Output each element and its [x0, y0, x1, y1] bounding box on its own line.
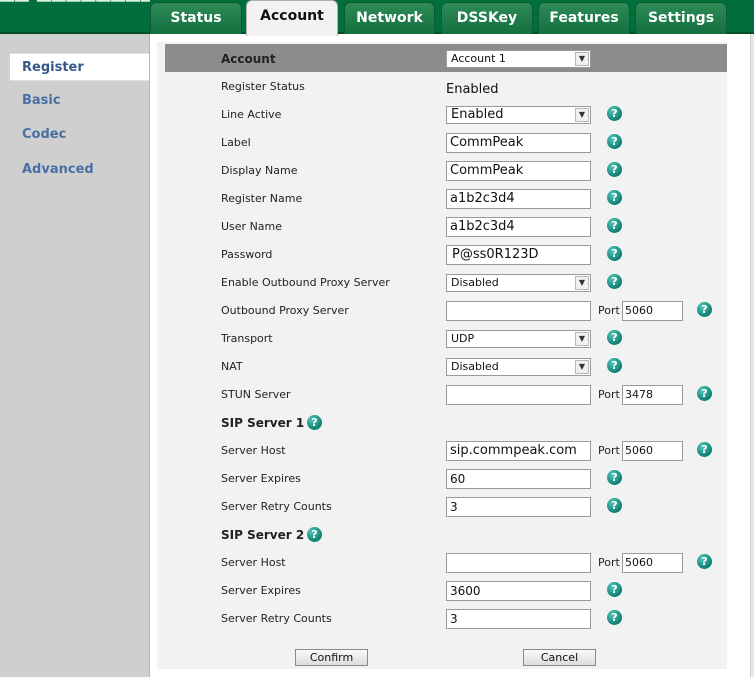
- sidebar-item-basic[interactable]: Basic: [0, 87, 149, 115]
- display-name-input[interactable]: CommPeak: [446, 161, 591, 181]
- outbound-proxy-server-label: Outbound Proxy Server: [221, 304, 349, 317]
- help-question-icon[interactable]: ?: [607, 498, 622, 513]
- dropdown-arrow-icon: ▼: [575, 360, 589, 374]
- dropdown-arrow-icon: ▼: [575, 108, 589, 122]
- line-active-select[interactable]: Enabled ▼: [446, 106, 591, 124]
- account-select[interactable]: Account 1 ▼: [446, 50, 591, 68]
- tab-status[interactable]: Status: [150, 2, 242, 34]
- help-question-icon[interactable]: ?: [307, 527, 322, 542]
- sidebar: Register Basic Codec Advanced: [0, 34, 150, 677]
- sip2-server-host-input[interactable]: [446, 553, 591, 573]
- stun-server-label: STUN Server: [221, 388, 291, 401]
- sip2-server-retry-label: Server Retry Counts: [221, 612, 332, 625]
- outbound-proxy-port-input[interactable]: 5060: [622, 301, 683, 321]
- help-question-icon[interactable]: ?: [697, 386, 712, 401]
- help-question-icon[interactable]: ?: [607, 106, 622, 121]
- sip-server-1-heading: SIP Server 1: [221, 416, 305, 430]
- help-question-icon[interactable]: ?: [607, 330, 622, 345]
- outbound-proxy-enable-label: Enable Outbound Proxy Server: [221, 276, 390, 289]
- tab-network[interactable]: Network: [344, 2, 435, 34]
- stun-server-input[interactable]: [446, 385, 591, 405]
- sidebar-item-codec[interactable]: Codec: [0, 121, 149, 149]
- dropdown-arrow-icon: ▼: [575, 52, 589, 66]
- help-question-icon[interactable]: ?: [607, 134, 622, 149]
- register-name-label: Register Name: [221, 192, 303, 205]
- sip2-port-input[interactable]: 5060: [622, 553, 683, 573]
- help-question-icon[interactable]: ?: [607, 190, 622, 205]
- help-question-icon[interactable]: ?: [607, 582, 622, 597]
- sidebar-item-advanced[interactable]: Advanced: [0, 156, 149, 184]
- window-frame-edge: [750, 34, 754, 677]
- display-name-label: Display Name: [221, 164, 298, 177]
- help-question-icon[interactable]: ?: [697, 302, 712, 317]
- password-input[interactable]: P@ss0R123D: [446, 245, 591, 265]
- sip1-server-host-label: Server Host: [221, 444, 286, 457]
- help-question-icon[interactable]: ?: [697, 554, 712, 569]
- help-question-icon[interactable]: ?: [607, 610, 622, 625]
- tab-settings[interactable]: Settings: [635, 2, 727, 34]
- cancel-button[interactable]: Cancel: [523, 649, 596, 666]
- dropdown-arrow-icon: ▼: [575, 332, 589, 346]
- tab-features[interactable]: Features: [538, 2, 630, 34]
- brand-logo: ▀▀ ▀▀▀▀▀▀▀▀: [0, 0, 150, 12]
- port-label: Port: [598, 556, 620, 569]
- dropdown-arrow-icon: ▼: [575, 276, 589, 290]
- help-question-icon[interactable]: ?: [607, 274, 622, 289]
- label-input[interactable]: CommPeak: [446, 133, 591, 153]
- sip1-server-expires-input[interactable]: 60: [446, 469, 591, 489]
- sip1-server-host-input[interactable]: sip.commpeak.com: [446, 441, 591, 461]
- port-label: Port: [598, 444, 620, 457]
- account-label: Account: [221, 52, 276, 66]
- account-register-panel: Account Account 1 ▼ Register Status Enabl…: [157, 42, 727, 669]
- nat-label: NAT: [221, 360, 243, 373]
- transport-select[interactable]: UDP ▼: [446, 330, 591, 348]
- help-question-icon[interactable]: ?: [607, 218, 622, 233]
- top-navigation-bar: ▀▀ ▀▀▀▀▀▀▀▀ Status Account Network DSSKe…: [0, 0, 754, 36]
- nat-select[interactable]: Disabled ▼: [446, 358, 591, 376]
- sip2-server-expires-label: Server Expires: [221, 584, 301, 597]
- outbound-proxy-server-input[interactable]: [446, 301, 591, 321]
- sip2-server-host-label: Server Host: [221, 556, 286, 569]
- user-name-label: User Name: [221, 220, 283, 233]
- register-status-label: Register Status: [221, 80, 305, 93]
- sip1-server-retry-input[interactable]: 3: [446, 497, 591, 517]
- port-label: Port: [598, 388, 620, 401]
- help-question-icon[interactable]: ?: [607, 470, 622, 485]
- sip1-port-input[interactable]: 5060: [622, 441, 683, 461]
- register-status-value: Enabled: [446, 82, 499, 97]
- password-label: Password: [221, 248, 273, 261]
- stun-port-input[interactable]: 3478: [622, 385, 683, 405]
- tab-account[interactable]: Account: [246, 0, 338, 36]
- sip2-server-retry-input[interactable]: 3: [446, 609, 591, 629]
- transport-label: Transport: [221, 332, 273, 345]
- help-question-icon[interactable]: ?: [697, 442, 712, 457]
- help-question-icon[interactable]: ?: [607, 162, 622, 177]
- help-question-icon[interactable]: ?: [307, 415, 322, 430]
- sip1-server-retry-label: Server Retry Counts: [221, 500, 332, 513]
- line-active-label: Line Active: [221, 108, 282, 121]
- confirm-button[interactable]: Confirm: [295, 649, 368, 666]
- sidebar-item-register[interactable]: Register: [10, 53, 149, 81]
- sip1-server-expires-label: Server Expires: [221, 472, 301, 485]
- label-field-label: Label: [221, 136, 251, 149]
- port-label: Port: [598, 304, 620, 317]
- help-question-icon[interactable]: ?: [607, 358, 622, 373]
- help-question-icon[interactable]: ?: [607, 246, 622, 261]
- register-name-input[interactable]: a1b2c3d4: [446, 189, 591, 209]
- sip2-server-expires-input[interactable]: 3600: [446, 581, 591, 601]
- user-name-input[interactable]: a1b2c3d4: [446, 217, 591, 237]
- outbound-proxy-enable-select[interactable]: Disabled ▼: [446, 274, 591, 292]
- tab-dsskey[interactable]: DSSKey: [441, 2, 533, 34]
- sip-server-2-heading: SIP Server 2: [221, 528, 305, 542]
